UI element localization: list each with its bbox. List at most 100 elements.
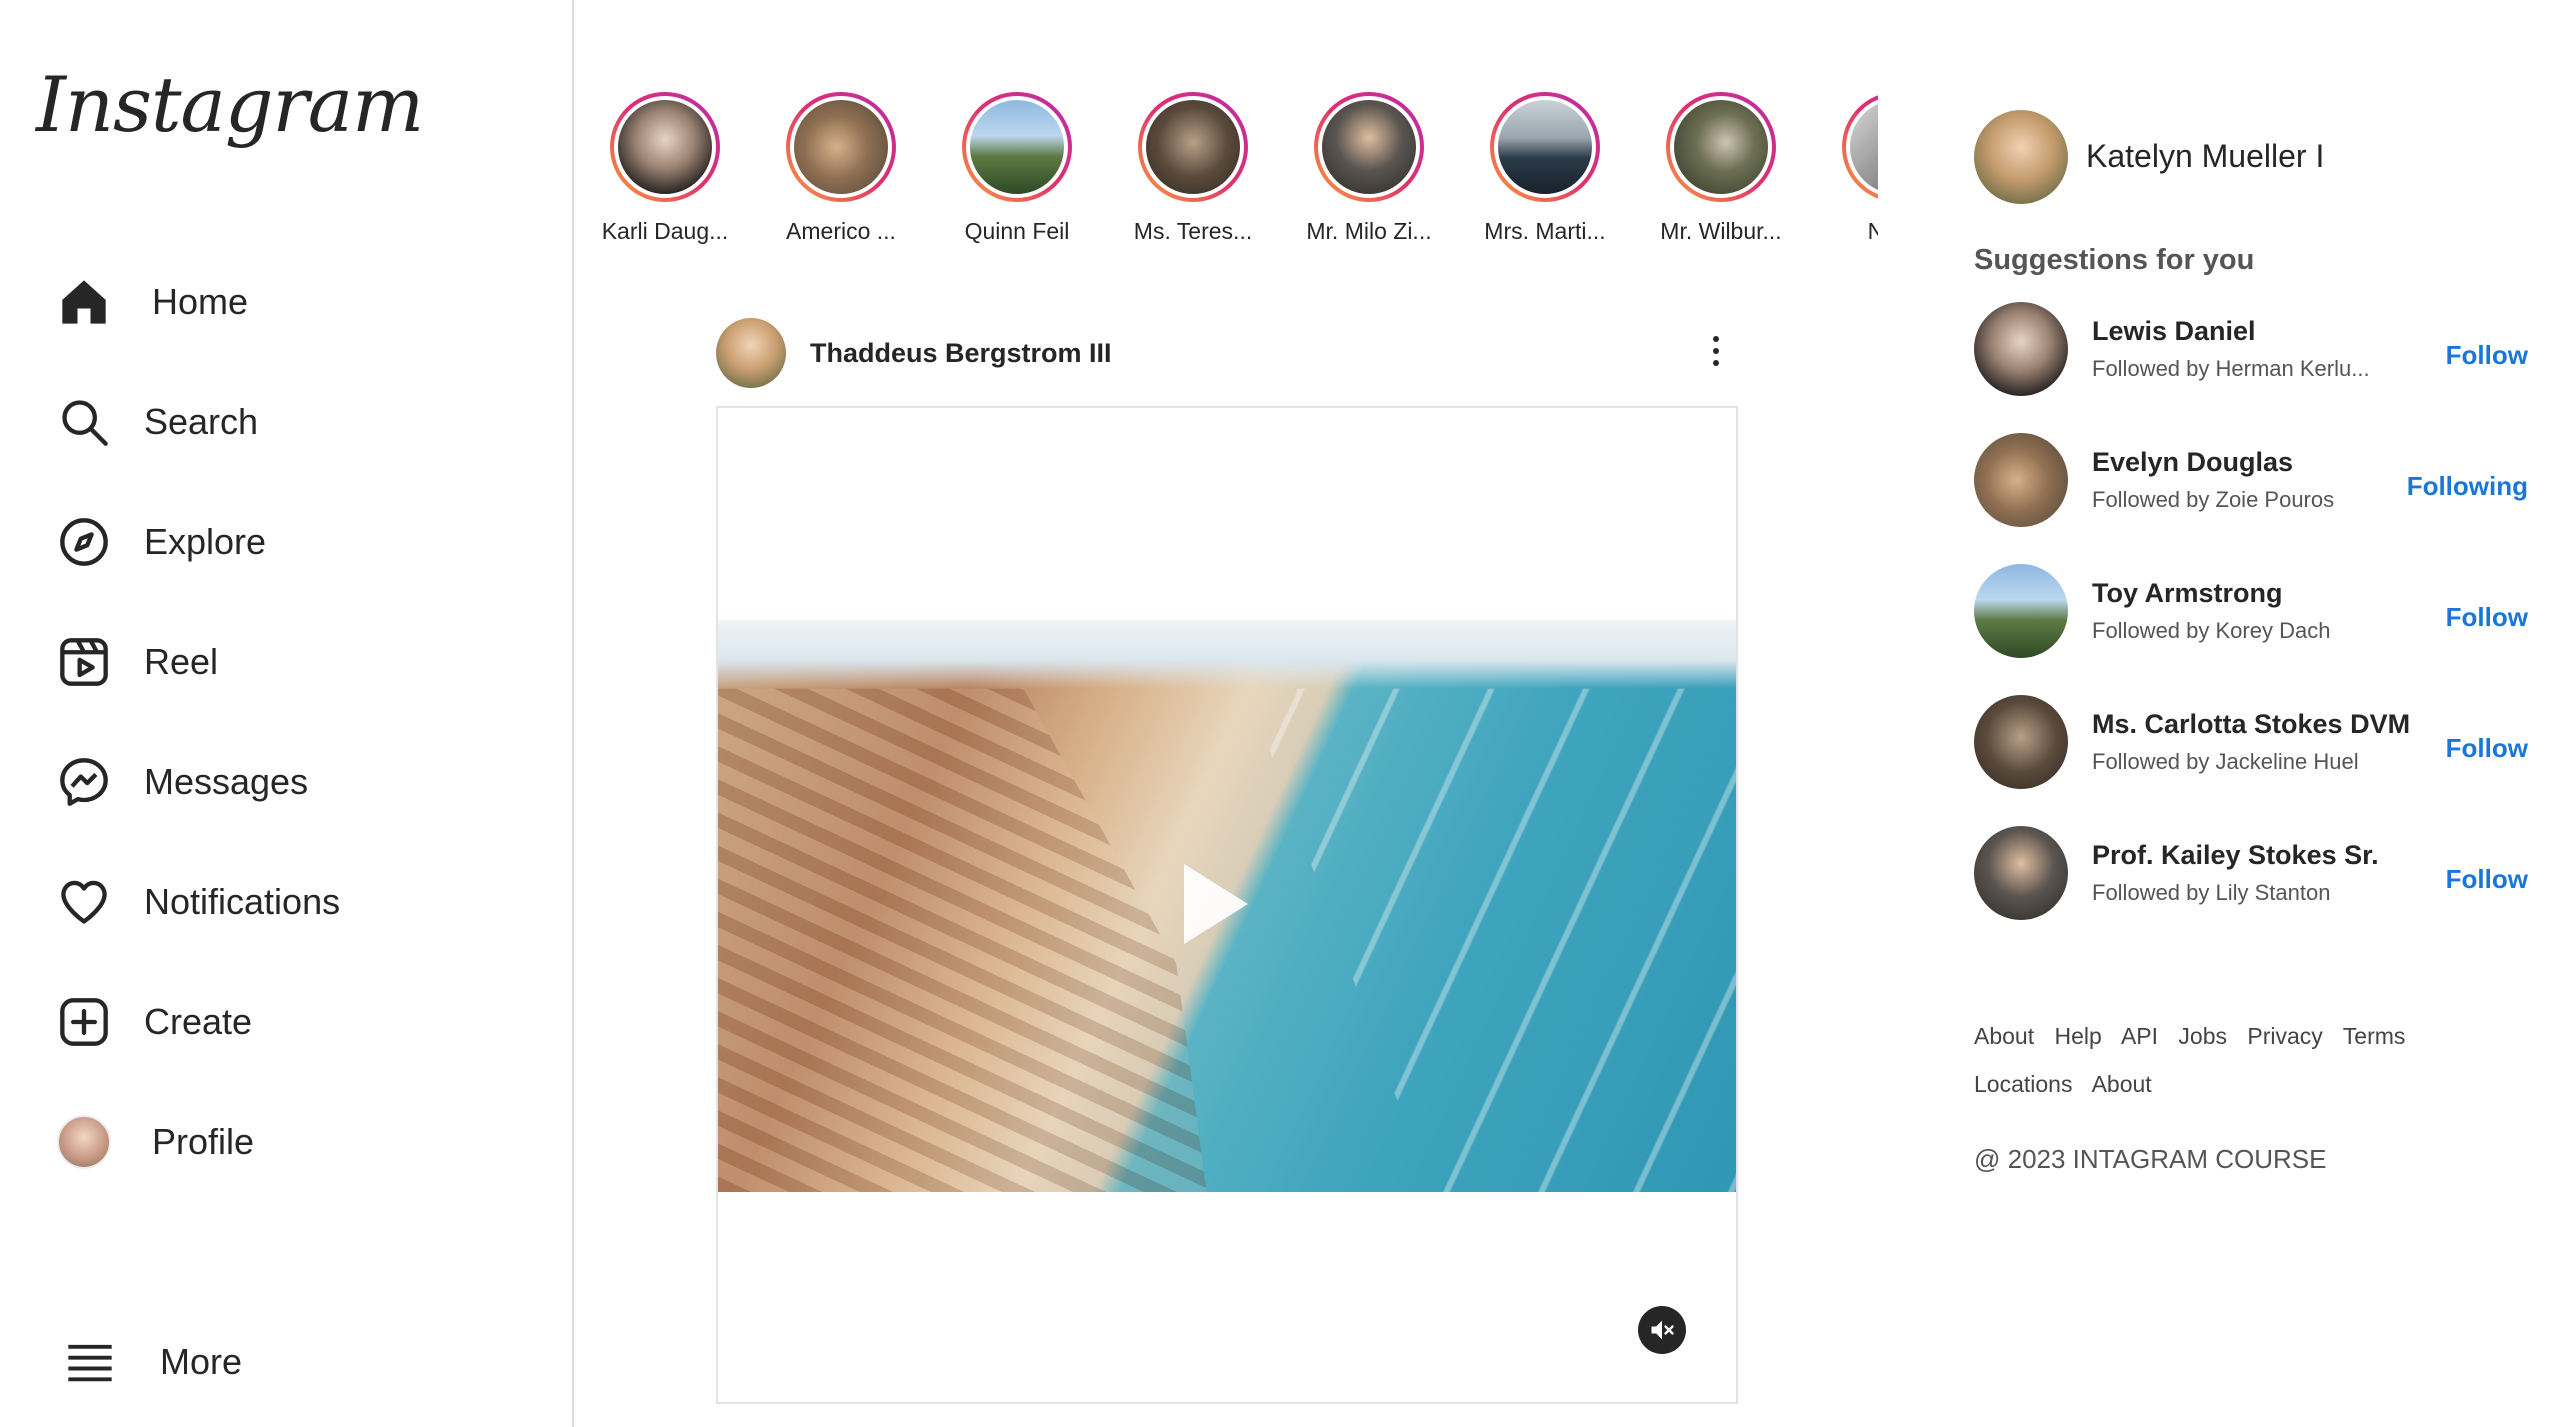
story-ring: [610, 92, 720, 202]
footer-link-api[interactable]: API: [2121, 1023, 2158, 1049]
current-user-name[interactable]: Katelyn Mueller I: [2086, 138, 2324, 175]
suggestion-subtext: Followed by Jackeline Huel: [2092, 749, 2359, 774]
suggestion-subtext: Followed by Herman Kerlu...: [2092, 356, 2370, 381]
compass-icon: [56, 514, 112, 570]
sidebar-item-label: More: [160, 1341, 243, 1382]
plus-square-icon: [56, 994, 112, 1050]
messenger-icon: [56, 754, 112, 810]
sidebar-item-profile[interactable]: Profile: [56, 1102, 536, 1182]
story-name: Mr. Milo Zi...: [1306, 218, 1432, 244]
speaker-muted-icon: [1651, 1320, 1674, 1340]
sidebar-item-explore[interactable]: Explore: [56, 502, 536, 582]
suggestion-name[interactable]: Ms. Carlotta Stokes DVM: [2092, 709, 2410, 740]
more-options-icon[interactable]: [1706, 330, 1726, 376]
follow-button[interactable]: Follow: [2446, 340, 2528, 371]
following-button[interactable]: Following: [2407, 471, 2528, 502]
sidebar: Instagram Home Search Explore Reel Messa…: [0, 0, 574, 1427]
post-header: Thaddeus Bergstrom III: [716, 318, 1738, 390]
footer-link-about-2[interactable]: About: [2092, 1071, 2152, 1097]
suggestion-name[interactable]: Lewis Daniel: [2092, 316, 2256, 347]
copyright-text: @ 2023 INTAGRAM COURSE: [1974, 1144, 2327, 1174]
avatar[interactable]: [1974, 302, 2068, 396]
instagram-logo[interactable]: Instagram: [36, 60, 424, 149]
suggestion-name[interactable]: Evelyn Douglas: [2092, 447, 2293, 478]
story-ring: [1490, 92, 1600, 202]
footer-link-jobs[interactable]: Jobs: [2178, 1023, 2227, 1049]
story-name: Mrs. Marti...: [1484, 218, 1606, 244]
story-avatar: [1846, 96, 1878, 198]
story-ring: [1666, 92, 1776, 202]
stories-bar: Karli Daug... Americo ... Quinn Feil Ms.…: [590, 92, 1878, 252]
play-icon[interactable]: [1184, 864, 1248, 944]
story-item[interactable]: Mrs. Marti...: [1470, 92, 1620, 245]
story-item[interactable]: Mr. Milo Zi...: [1294, 92, 1444, 245]
sidebar-item-label: Notifications: [144, 881, 341, 922]
follow-button[interactable]: Follow: [2446, 602, 2528, 633]
sidebar-item-reel[interactable]: Reel: [56, 622, 536, 702]
sidebar-item-home[interactable]: Home: [56, 262, 536, 342]
story-item[interactable]: Americo ...: [766, 92, 916, 245]
sidebar-item-create[interactable]: Create: [56, 982, 536, 1062]
story-avatar: [1318, 96, 1420, 198]
story-name: Ms. Teres...: [1133, 218, 1253, 244]
avatar[interactable]: [1974, 433, 2068, 527]
avatar[interactable]: [1974, 826, 2068, 920]
story-item[interactable]: Nakia: [1822, 92, 1878, 245]
sidebar-item-more[interactable]: More: [62, 1322, 542, 1402]
avatar: [57, 1115, 111, 1169]
footer-link-locations[interactable]: Locations: [1974, 1071, 2072, 1097]
suggestions-title: Suggestions for you: [1974, 244, 2255, 276]
follow-button[interactable]: Follow: [2446, 864, 2528, 895]
sidebar-item-label: Home: [152, 281, 249, 322]
story-ring: [786, 92, 896, 202]
story-item[interactable]: Ms. Teres...: [1118, 92, 1268, 245]
story-avatar: [614, 96, 716, 198]
story-avatar: [1670, 96, 1772, 198]
sidebar-item-search[interactable]: Search: [56, 382, 536, 462]
footer-link-about[interactable]: About: [1974, 1023, 2034, 1049]
follow-button[interactable]: Follow: [2446, 733, 2528, 764]
sidebar-item-label: Messages: [144, 761, 309, 802]
story-avatar: [1494, 96, 1596, 198]
suggestion-item: Evelyn Douglas Followed by Zoie Pouros F…: [1974, 433, 2528, 529]
suggestion-item: Lewis Daniel Followed by Herman Kerlu...…: [1974, 302, 2528, 398]
reel-icon: [56, 634, 112, 690]
footer-links: About Help API Jobs Privacy Terms Locati…: [1974, 1012, 2534, 1108]
avatar[interactable]: [1974, 110, 2068, 204]
story-avatar: [1142, 96, 1244, 198]
sidebar-item-label: Search: [144, 401, 259, 442]
story-item[interactable]: Mr. Wilbur...: [1646, 92, 1796, 245]
suggestion-subtext: Followed by Lily Stanton: [2092, 880, 2331, 905]
suggestion-item: Toy Armstrong Followed by Korey Dach Fol…: [1974, 564, 2528, 660]
story-name: Nakia: [1867, 218, 1878, 244]
suggestion-subtext: Followed by Zoie Pouros: [2092, 487, 2335, 512]
post-media-frame: [716, 406, 1738, 1404]
suggestion-item: Prof. Kailey Stokes Sr. Followed by Lily…: [1974, 826, 2528, 922]
avatar[interactable]: [1974, 695, 2068, 789]
profile-icon-wrap: [56, 1114, 112, 1170]
post-username[interactable]: Thaddeus Bergstrom III: [810, 338, 1112, 369]
footer-link-terms[interactable]: Terms: [2343, 1023, 2406, 1049]
sidebar-item-notifications[interactable]: Notifications: [56, 862, 536, 942]
footer-link-privacy[interactable]: Privacy: [2247, 1023, 2322, 1049]
search-icon: [56, 394, 112, 450]
sidebar-item-messages[interactable]: Messages: [56, 742, 536, 822]
story-avatar: [790, 96, 892, 198]
story-item[interactable]: Karli Daug...: [590, 92, 740, 245]
avatar[interactable]: [716, 318, 786, 388]
story-name: Quinn Feil: [964, 218, 1070, 244]
story-item[interactable]: Quinn Feil: [942, 92, 1092, 245]
mute-button[interactable]: [1638, 1306, 1686, 1354]
story-ring: [1842, 92, 1878, 202]
suggestion-subtext: Followed by Korey Dach: [2092, 618, 2331, 643]
avatar[interactable]: [1974, 564, 2068, 658]
sidebar-item-label: Profile: [152, 1121, 255, 1162]
suggestion-name[interactable]: Prof. Kailey Stokes Sr.: [2092, 840, 2379, 871]
sidebar-item-label: Create: [144, 1001, 253, 1042]
post-video[interactable]: [718, 620, 1736, 1192]
footer-link-help[interactable]: Help: [2055, 1023, 2102, 1049]
story-name: Karli Daug...: [601, 218, 729, 244]
suggestion-name[interactable]: Toy Armstrong: [2092, 578, 2283, 609]
menu-icon: [62, 1334, 118, 1390]
story-ring: [962, 92, 1072, 202]
